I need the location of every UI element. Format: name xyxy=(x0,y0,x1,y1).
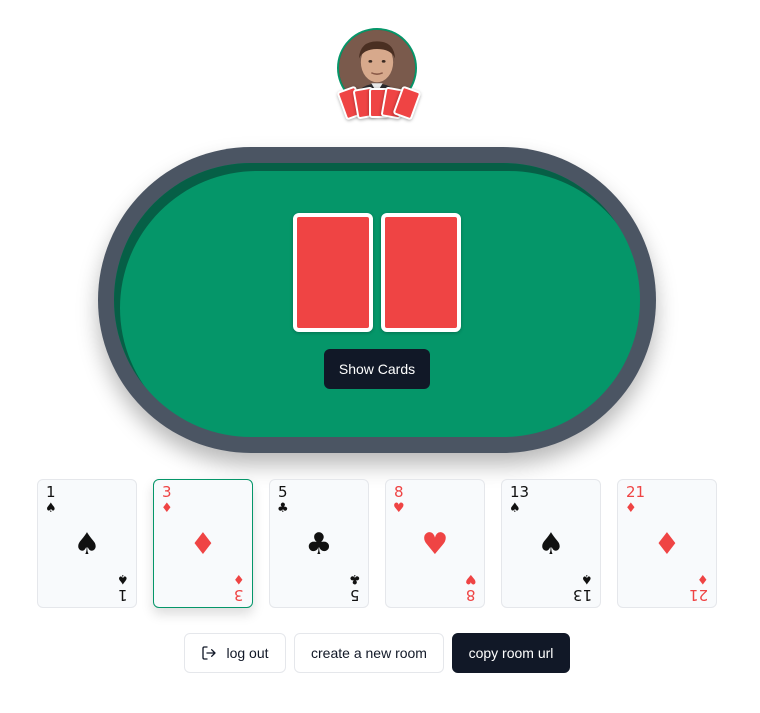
card-rank: 21 xyxy=(626,483,646,501)
card-suit-icon: ♥ xyxy=(393,501,405,516)
card-suit-icon: ♦ xyxy=(653,527,681,562)
card-suit-icon: ♦ xyxy=(161,501,173,516)
card-suit-icon: ♦ xyxy=(697,571,709,586)
card-rank: 5 xyxy=(278,483,288,501)
card-suit-icon: ♠ xyxy=(45,501,57,516)
card-suit-icon: ♠ xyxy=(537,527,565,562)
copy-room-url-button[interactable]: copy room url xyxy=(452,633,570,673)
card-suit-icon: ♥ xyxy=(421,527,449,562)
copy-room-url-label: copy room url xyxy=(468,645,554,661)
card-rank: 3 xyxy=(234,586,244,604)
card-suit-icon: ♠ xyxy=(73,527,101,562)
card-rank: 21 xyxy=(688,586,708,604)
logout-icon xyxy=(202,646,217,660)
card-suit-icon: ♠ xyxy=(509,501,521,516)
card-suit-icon: ♣ xyxy=(305,527,333,562)
show-cards-button[interactable]: Show Cards xyxy=(324,349,430,389)
card-rank: 3 xyxy=(162,483,172,501)
create-room-label: create a new room xyxy=(311,645,427,661)
card-rank: 8 xyxy=(466,586,476,604)
card-rank: 1 xyxy=(118,586,128,604)
card-suit-icon: ♥ xyxy=(465,571,477,586)
hand-card[interactable]: 3 ♦ ♦ ♦ 3 xyxy=(153,479,253,608)
hand-card[interactable]: 21 ♦ ♦ ♦ 21 xyxy=(617,479,717,608)
hand-card[interactable]: 1 ♠ ♠ ♠ 1 xyxy=(37,479,137,608)
card-rank: 1 xyxy=(46,483,56,501)
card-suit-icon: ♠ xyxy=(117,571,129,586)
hand-card[interactable]: 5 ♣ ♣ ♣ 5 xyxy=(269,479,369,608)
card-suit-icon: ♦ xyxy=(625,501,637,516)
table-card-back xyxy=(381,213,461,332)
card-suit-icon: ♣ xyxy=(349,571,361,586)
card-rank: 8 xyxy=(394,483,404,501)
opponent-hand xyxy=(336,82,429,122)
card-suit-icon: ♣ xyxy=(277,501,289,516)
logout-label: log out xyxy=(226,645,269,661)
card-suit-icon: ♠ xyxy=(581,571,593,586)
card-suit-icon: ♦ xyxy=(189,527,217,562)
poker-table xyxy=(98,147,656,453)
hand-card[interactable]: 8 ♥ ♥ ♥ 8 xyxy=(385,479,485,608)
logout-button[interactable]: log out xyxy=(184,633,286,673)
card-rank: 5 xyxy=(350,586,360,604)
opponent-player xyxy=(336,28,422,128)
card-rank: 13 xyxy=(510,483,530,501)
card-rank: 13 xyxy=(572,586,592,604)
table-card-back xyxy=(293,213,373,332)
hand-card[interactable]: 13 ♠ ♠ ♠ 13 xyxy=(501,479,601,608)
card-suit-icon: ♦ xyxy=(233,571,245,586)
table-felt xyxy=(114,163,640,437)
create-room-button[interactable]: create a new room xyxy=(294,633,444,673)
